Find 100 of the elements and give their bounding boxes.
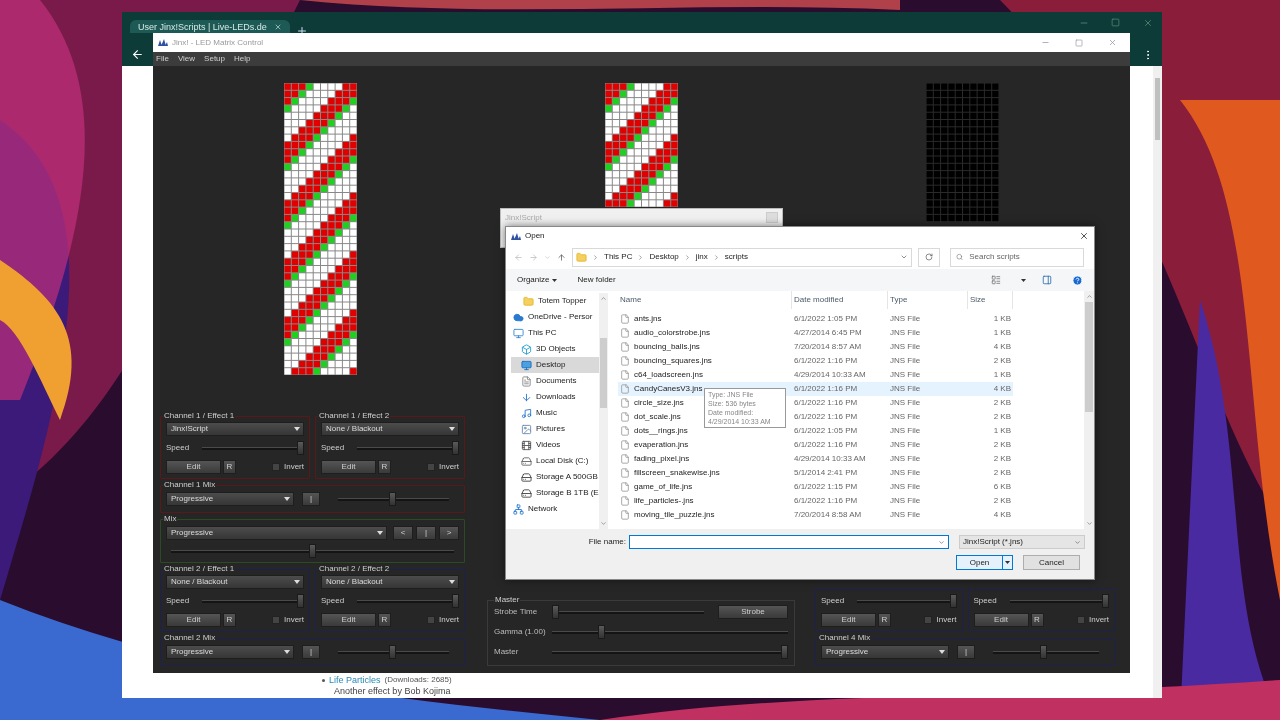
- mix-button[interactable]: >: [439, 526, 459, 540]
- slider-thumb[interactable]: [1039, 645, 1047, 659]
- column-header[interactable]: Date modified: [792, 291, 888, 309]
- forward-arrow-icon[interactable]: [529, 252, 538, 262]
- reset-button[interactable]: R: [223, 460, 236, 474]
- strobe-button[interactable]: Strobe: [718, 605, 788, 619]
- slider-thumb[interactable]: [309, 544, 316, 558]
- nav-item[interactable]: Local Disk (C:): [511, 453, 599, 469]
- search-input[interactable]: Search scripts: [969, 251, 1078, 263]
- slider[interactable]: [338, 492, 449, 506]
- nav-item[interactable]: Documents: [511, 373, 599, 389]
- toggle-button[interactable]: |: [957, 645, 975, 659]
- reset-button[interactable]: R: [878, 613, 891, 627]
- slider-thumb[interactable]: [1102, 594, 1109, 608]
- scroll-up-icon[interactable]: [1085, 293, 1093, 300]
- file-name[interactable]: circle_size.jns: [634, 397, 684, 409]
- file-name[interactable]: dots__rings.jns: [634, 425, 688, 437]
- reset-button[interactable]: R: [378, 460, 391, 474]
- reset-button[interactable]: R: [1030, 613, 1044, 627]
- file-name[interactable]: life_particles-.jns: [634, 495, 694, 507]
- edit-button[interactable]: Edit: [166, 460, 221, 474]
- help-icon[interactable]: [1072, 274, 1083, 286]
- edit-button[interactable]: Edit: [321, 613, 376, 627]
- menu-item[interactable]: Setup: [204, 53, 225, 65]
- open-button[interactable]: Open: [956, 555, 1013, 570]
- slider[interactable]: [338, 645, 449, 659]
- toggle-button[interactable]: |: [302, 492, 320, 506]
- file-name[interactable]: bouncing_balls.jns: [634, 341, 700, 353]
- file-name[interactable]: audio_colorstrobe.jns: [634, 327, 711, 339]
- preview-pane-icon[interactable]: [1042, 275, 1052, 285]
- slider[interactable]: [171, 544, 454, 558]
- download-link[interactable]: Life Particles: [329, 674, 381, 686]
- file-name[interactable]: ants.jns: [634, 313, 662, 325]
- slider-thumb[interactable]: [452, 594, 459, 608]
- cancel-button[interactable]: Cancel: [1023, 555, 1080, 570]
- toggle-button[interactable]: |: [302, 645, 320, 659]
- slider[interactable]: [552, 625, 788, 639]
- slider[interactable]: [1009, 594, 1109, 608]
- dropdown[interactable]: Progressive: [166, 492, 294, 506]
- slider[interactable]: [357, 594, 459, 608]
- breadcrumb[interactable]: scripts: [724, 251, 748, 263]
- invert-checkbox[interactable]: [272, 616, 280, 624]
- nav-item[interactable]: Music: [511, 405, 599, 421]
- invert-checkbox[interactable]: [427, 616, 435, 624]
- breadcrumb[interactable]: jinx: [695, 251, 708, 263]
- nav-item[interactable]: Desktop: [511, 357, 599, 373]
- search-field[interactable]: Search scripts: [950, 247, 1084, 267]
- nav-item[interactable]: Storage B 1TB (E: [511, 485, 599, 501]
- scrollbar[interactable]: [599, 293, 608, 529]
- dropdown[interactable]: Progressive: [821, 645, 949, 659]
- menu-item[interactable]: View: [177, 53, 196, 65]
- up-arrow-icon[interactable]: [557, 252, 566, 262]
- dropdown[interactable]: Progressive: [166, 645, 294, 659]
- slider-thumb[interactable]: [452, 441, 459, 455]
- nav-item[interactable]: Videos: [511, 437, 599, 453]
- breadcrumb[interactable]: Desktop: [649, 251, 679, 263]
- slider[interactable]: [993, 645, 1099, 659]
- new-folder-button[interactable]: New folder: [577, 274, 616, 286]
- scroll-down-icon[interactable]: [1085, 520, 1093, 527]
- slider-thumb[interactable]: [949, 594, 957, 608]
- scrollbar[interactable]: [1084, 291, 1094, 529]
- column-header[interactable]: Type: [888, 291, 968, 309]
- recent-caret-icon[interactable]: [544, 253, 551, 261]
- menu-item[interactable]: File: [156, 53, 169, 65]
- nav-item[interactable]: Totem Topper: [511, 293, 599, 309]
- file-name[interactable]: fading_pixel.jns: [634, 453, 690, 465]
- slider[interactable]: [202, 594, 304, 608]
- nav-item[interactable]: Pictures: [511, 421, 599, 437]
- dropdown[interactable]: None / Blackout: [321, 422, 459, 436]
- scrollbar[interactable]: [1153, 66, 1162, 698]
- nav-item[interactable]: Downloads: [511, 389, 599, 405]
- slider-thumb[interactable]: [297, 594, 304, 608]
- file-type-dropdown[interactable]: Jinx!Script (*.jns): [959, 535, 1085, 549]
- dropdown[interactable]: Progressive: [166, 526, 387, 540]
- slider[interactable]: [552, 605, 704, 619]
- file-name[interactable]: dot_scale.jns: [634, 411, 681, 423]
- edit-button[interactable]: Edit: [973, 613, 1029, 627]
- scroll-up-icon[interactable]: [600, 295, 607, 302]
- maximize-icon[interactable]: [1111, 18, 1120, 27]
- caret-icon[interactable]: [1021, 278, 1026, 282]
- maximize-icon[interactable]: [1075, 38, 1083, 47]
- slider[interactable]: [202, 441, 304, 455]
- nav-item[interactable]: OneDrive - Persor: [511, 309, 599, 325]
- invert-checkbox[interactable]: [427, 463, 435, 471]
- slider-thumb[interactable]: [552, 605, 559, 619]
- file-name[interactable]: CandyCanesV3.jns: [634, 383, 703, 395]
- file-name[interactable]: bouncing_squares.jns: [634, 355, 712, 367]
- slider-thumb[interactable]: [388, 645, 396, 659]
- scrollbar-thumb[interactable]: [600, 338, 607, 408]
- breadcrumb[interactable]: This PC: [604, 251, 633, 263]
- column-header[interactable]: Size: [968, 291, 1013, 309]
- file-name[interactable]: c64_loadscreen.jns: [634, 369, 703, 381]
- edit-button[interactable]: Edit: [821, 613, 876, 627]
- close-icon[interactable]: [1079, 231, 1089, 241]
- address-bar[interactable]: This PC Desktop jinx scripts: [572, 247, 912, 267]
- nav-item[interactable]: Storage A 500GB: [511, 469, 599, 485]
- reset-button[interactable]: R: [223, 613, 236, 627]
- file-name[interactable]: game_of_life.jns: [634, 481, 693, 493]
- back-arrow-icon[interactable]: [131, 48, 144, 61]
- slider-thumb[interactable]: [388, 492, 396, 506]
